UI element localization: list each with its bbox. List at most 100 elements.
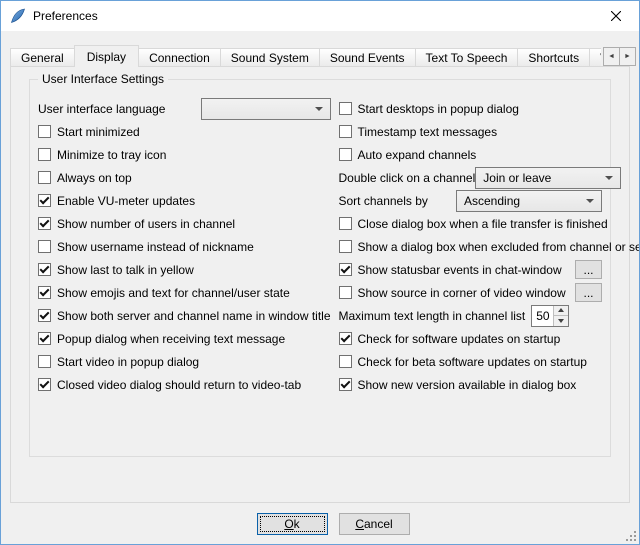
- tab-sound-system[interactable]: Sound System: [220, 48, 320, 67]
- tab-bar: General Display Connection Sound System …: [10, 45, 601, 67]
- arrow-left-icon: ◄: [608, 53, 615, 60]
- tab-scroll-control: ◄ ►: [604, 47, 636, 66]
- tab-label: Video: [600, 51, 601, 65]
- tab-label: Text To Speech: [426, 51, 508, 65]
- checkbox-box: [38, 148, 51, 161]
- checkbox-new-version-dialog[interactable]: Show new version available in dialog box: [339, 373, 603, 396]
- checkbox-server-channel-in-title[interactable]: Show both server and channel name in win…: [38, 304, 331, 327]
- tab-video[interactable]: Video: [589, 48, 601, 67]
- display-tab-page: User Interface Settings User interface l…: [10, 66, 630, 503]
- combo-value: Join or leave: [483, 171, 551, 185]
- checkbox-box: [339, 217, 352, 230]
- checkbox-close-filetransfer-dialog[interactable]: Close dialog box when a file transfer is…: [339, 212, 603, 235]
- checkbox-video-source-corner[interactable]: Show source in corner of video window: [339, 286, 566, 300]
- titlebar[interactable]: Preferences: [1, 1, 639, 31]
- checkbox-check-updates[interactable]: Check for software updates on startup: [339, 327, 603, 350]
- checkbox-label: Auto expand channels: [358, 148, 477, 162]
- checkbox-label: Show number of users in channel: [57, 217, 235, 231]
- tab-connection[interactable]: Connection: [138, 48, 221, 67]
- spinner-value: 50: [532, 306, 553, 326]
- language-row: User interface language: [38, 97, 331, 120]
- tab-label: Shortcuts: [528, 51, 579, 65]
- cancel-button-label: Cancel: [340, 517, 409, 531]
- checkbox-label: Show new version available in dialog box: [358, 378, 577, 392]
- checkbox-vu-meter-updates[interactable]: Enable VU-meter updates: [38, 189, 331, 212]
- checkbox-minimize-to-tray[interactable]: Minimize to tray icon: [38, 143, 331, 166]
- video-source-row: Show source in corner of video window ..…: [339, 281, 603, 304]
- tab-label: Connection: [149, 51, 210, 65]
- checkbox-box: [339, 240, 352, 253]
- right-column: Start desktops in popup dialog Timestamp…: [339, 97, 603, 396]
- double-click-combobox[interactable]: Join or leave: [475, 167, 621, 189]
- user-interface-settings-group: User Interface Settings User interface l…: [29, 79, 611, 457]
- checkbox-box: [339, 125, 352, 138]
- video-source-browse-button[interactable]: ...: [575, 283, 602, 302]
- sort-channels-row: Sort channels by Ascending: [339, 189, 603, 212]
- tab-scroll-right-button[interactable]: ►: [619, 47, 636, 66]
- checkbox-always-on-top[interactable]: Always on top: [38, 166, 331, 189]
- language-combobox[interactable]: [201, 98, 331, 120]
- checkbox-box: [339, 263, 352, 276]
- checkbox-label: Show last to talk in yellow: [57, 263, 194, 277]
- spinner-buttons: [553, 306, 568, 326]
- dialog-footer: Ok Cancel: [1, 513, 639, 535]
- close-button[interactable]: [593, 1, 639, 31]
- checkbox-box: [38, 332, 51, 345]
- tab-scroll-left-button[interactable]: ◄: [603, 47, 620, 66]
- language-label: User interface language: [38, 102, 165, 116]
- spinner-up-button[interactable]: [554, 306, 568, 317]
- checkbox-auto-expand-channels[interactable]: Auto expand channels: [339, 143, 603, 166]
- checkbox-show-emojis[interactable]: Show emojis and text for channel/user st…: [38, 281, 331, 304]
- checkbox-excluded-dialog[interactable]: Show a dialog box when excluded from cha…: [339, 235, 603, 258]
- tab-display[interactable]: Display: [74, 45, 139, 67]
- checkbox-box: [38, 286, 51, 299]
- arrow-right-icon: ►: [624, 53, 631, 60]
- checkbox-start-minimized[interactable]: Start minimized: [38, 120, 331, 143]
- tab-sound-events[interactable]: Sound Events: [319, 48, 416, 67]
- checkbox-label: Always on top: [57, 171, 132, 185]
- checkbox-last-to-talk-yellow[interactable]: Show last to talk in yellow: [38, 258, 331, 281]
- checkbox-box: [339, 378, 352, 391]
- tab-text-to-speech[interactable]: Text To Speech: [415, 48, 519, 67]
- statusbar-events-browse-button[interactable]: ...: [575, 260, 602, 279]
- chevron-down-icon: [605, 176, 613, 180]
- tab-label: Sound System: [231, 51, 309, 65]
- ok-button-label: Ok: [258, 517, 327, 531]
- double-click-row: Double click on a channel Join or leave: [339, 166, 603, 189]
- checkbox-check-beta-updates[interactable]: Check for beta software updates on start…: [339, 350, 603, 373]
- left-column: User interface language Start minimized …: [38, 97, 331, 396]
- checkbox-video-popup-dialog[interactable]: Start video in popup dialog: [38, 350, 331, 373]
- max-text-length-row: Maximum text length in channel list 50: [339, 304, 603, 327]
- tab-label: Display: [87, 50, 126, 64]
- tab-general[interactable]: General: [10, 48, 75, 67]
- checkbox-label: Enable VU-meter updates: [57, 194, 195, 208]
- spinner-down-button[interactable]: [554, 316, 568, 326]
- checkbox-desktops-popup[interactable]: Start desktops in popup dialog: [339, 97, 603, 120]
- sort-channels-combobox[interactable]: Ascending: [456, 190, 602, 212]
- ok-button[interactable]: Ok: [257, 513, 328, 535]
- checkbox-box: [38, 309, 51, 322]
- checkbox-box: [38, 240, 51, 253]
- max-text-length-spinner[interactable]: 50: [531, 305, 569, 327]
- checkbox-timestamp-messages[interactable]: Timestamp text messages: [339, 120, 603, 143]
- checkbox-show-username[interactable]: Show username instead of nickname: [38, 235, 331, 258]
- checkbox-label: Check for software updates on startup: [358, 332, 561, 346]
- resize-grip[interactable]: [624, 529, 636, 541]
- arrow-up-icon: [558, 308, 564, 312]
- checkbox-box: [38, 125, 51, 138]
- checkbox-box: [38, 263, 51, 276]
- checkbox-label: Start minimized: [57, 125, 140, 139]
- statusbar-events-row: Show statusbar events in chat-window ...: [339, 258, 603, 281]
- checkbox-box: [38, 378, 51, 391]
- checkbox-label: Show a dialog box when excluded from cha…: [358, 240, 640, 254]
- checkbox-label: Closed video dialog should return to vid…: [57, 378, 301, 392]
- tab-shortcuts[interactable]: Shortcuts: [517, 48, 590, 67]
- checkbox-label: Popup dialog when receiving text message: [57, 332, 285, 346]
- checkbox-box: [38, 171, 51, 184]
- checkbox-statusbar-events[interactable]: Show statusbar events in chat-window: [339, 263, 562, 277]
- checkbox-video-return-to-tab[interactable]: Closed video dialog should return to vid…: [38, 373, 331, 396]
- cancel-button[interactable]: Cancel: [339, 513, 410, 535]
- checkbox-popup-text-message[interactable]: Popup dialog when receiving text message: [38, 327, 331, 350]
- checkbox-show-user-count[interactable]: Show number of users in channel: [38, 212, 331, 235]
- checkbox-label: Show emojis and text for channel/user st…: [57, 286, 290, 300]
